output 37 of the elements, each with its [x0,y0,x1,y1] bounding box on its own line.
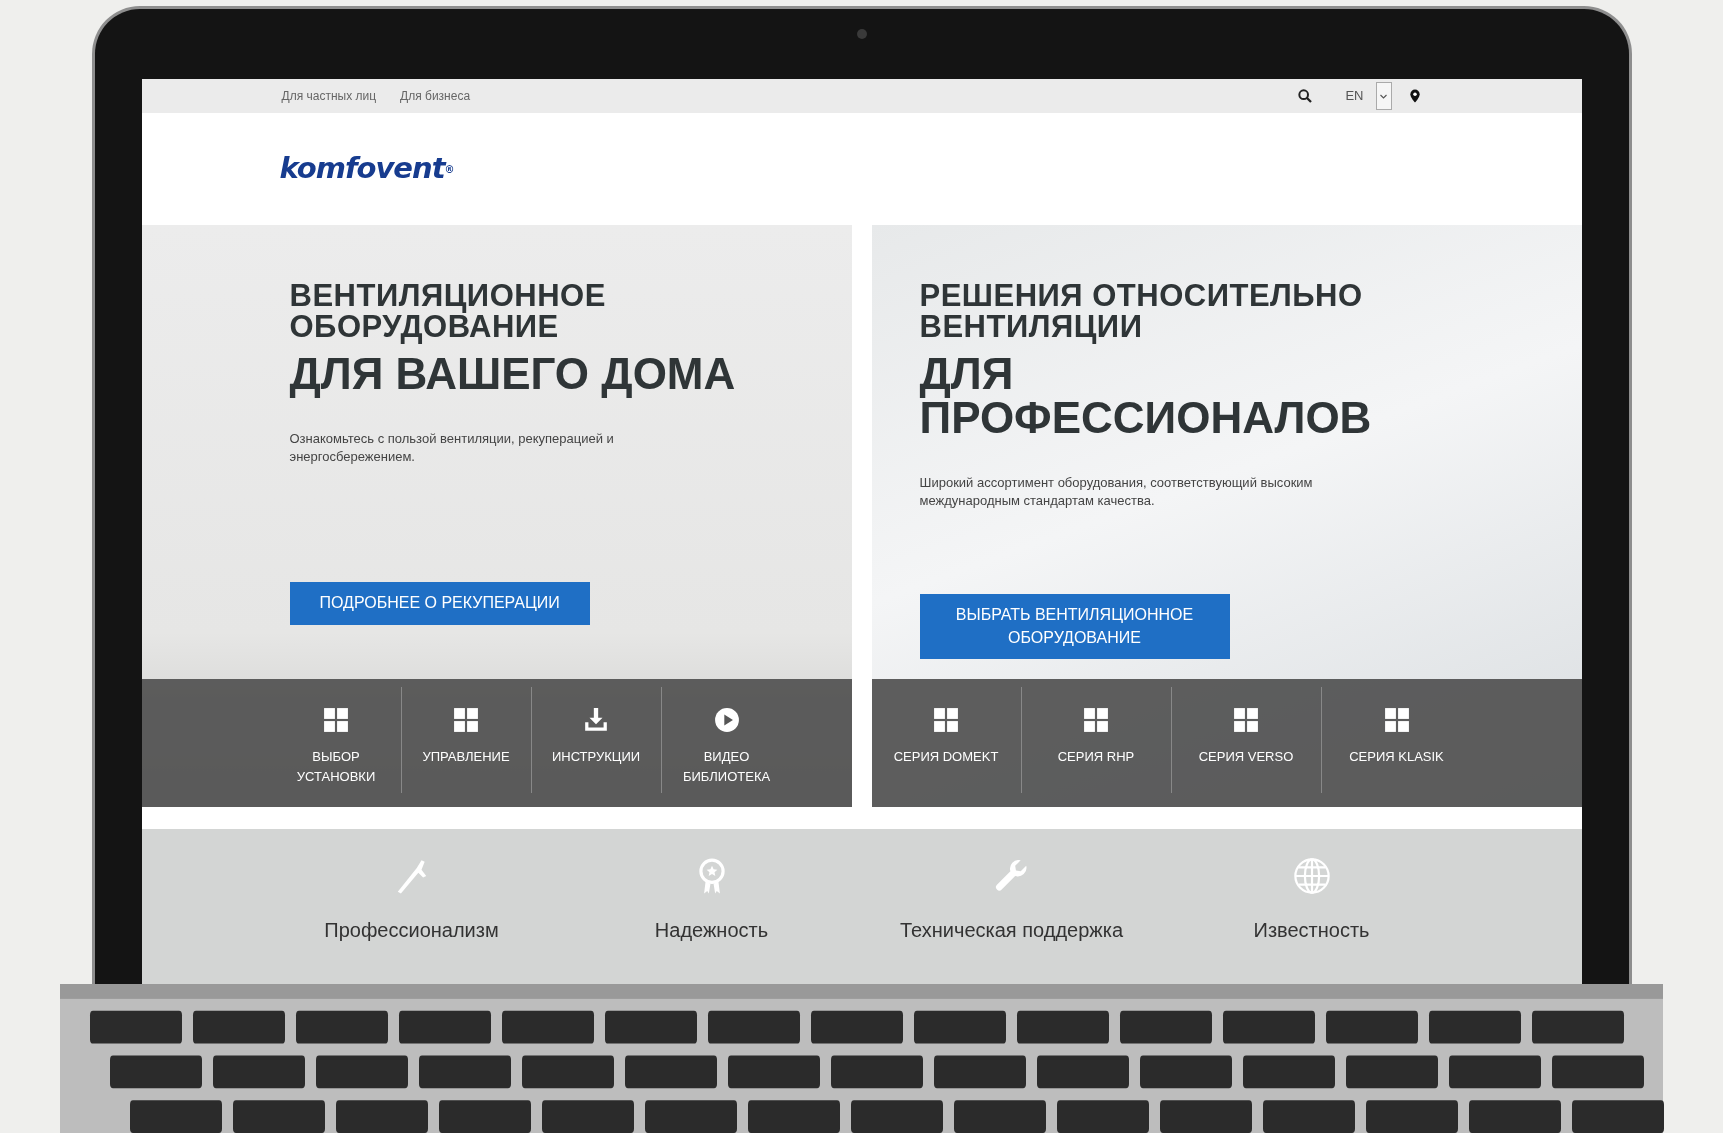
quick-link[interactable]: ВИДЕО БИБЛИОТЕКА [661,687,792,793]
grid-icon [1083,707,1109,733]
dropdown-toggle[interactable] [1375,82,1392,110]
quick-link[interactable]: СЕРИЯ VERSO [1171,687,1322,793]
quick-link[interactable]: УПРАВЛЕНИЕ [401,687,532,793]
quick-link[interactable]: СЕРИЯ DOMEKT [871,687,1022,793]
language-selector[interactable]: EN [1345,86,1364,106]
hero-heading: ВЕНТИЛЯЦИОННОЕ ОБОРУДОВАНИЕ [289,280,607,342]
grid-icon [933,707,959,733]
feature-label: Известность [1253,918,1370,943]
cta-button[interactable]: ВЫБРАТЬ ВЕНТИЛЯЦИОННОЕ ОБОРУДОВАНИЕ [919,594,1230,660]
download-icon [583,707,609,733]
nav-link[interactable]: Для бизнеса [400,87,471,105]
quick-link[interactable]: СЕРИЯ RHP [1021,687,1172,793]
play-icon [713,707,740,733]
camera-dot [856,29,867,39]
cta-button[interactable]: ПОДРОБНЕЕ О РЕКУПЕРАЦИИ [289,582,590,625]
feature-label: Профессионализм [324,918,499,943]
grid-icon [323,707,349,733]
hero-heading: РЕШЕНИЯ ОТНОСИТЕЛЬНО ВЕНТИЛЯЦИИ [919,280,1364,342]
quick-link[interactable]: СЕРИЯ KLASIK [1321,687,1472,793]
feature-label: Надежность [654,918,769,943]
hero-title: ДЛЯ ПРОФЕССИОНАЛОВ [919,352,1373,440]
grid-icon [1383,707,1410,733]
quick-link[interactable]: ИНСТРУКЦИИ [531,687,662,793]
grid-icon [1233,707,1259,733]
hero-title: ДЛЯ ВАШЕГО ДОМА [289,352,737,396]
globe-icon [1292,857,1331,895]
map-pin-icon [1407,87,1422,105]
grid-icon [453,707,479,733]
logo[interactable]: komfovent$^{®}$ [279,147,454,191]
quick-link[interactable]: ВЫБОР УСТАНОВКИ [271,687,402,793]
nav-link[interactable]: Для частных лиц [281,87,377,105]
feature-label: Техническая поддержка [900,918,1123,943]
hero-description: Ознакомьтесь с пользой вентиляции, рекуперацией и энергосбережением. [289,430,615,467]
hero-description: Широкий ассортимент оборудования, соответствующий высоким международным стандартам качества. [919,474,1314,511]
search-icon [1297,88,1314,104]
